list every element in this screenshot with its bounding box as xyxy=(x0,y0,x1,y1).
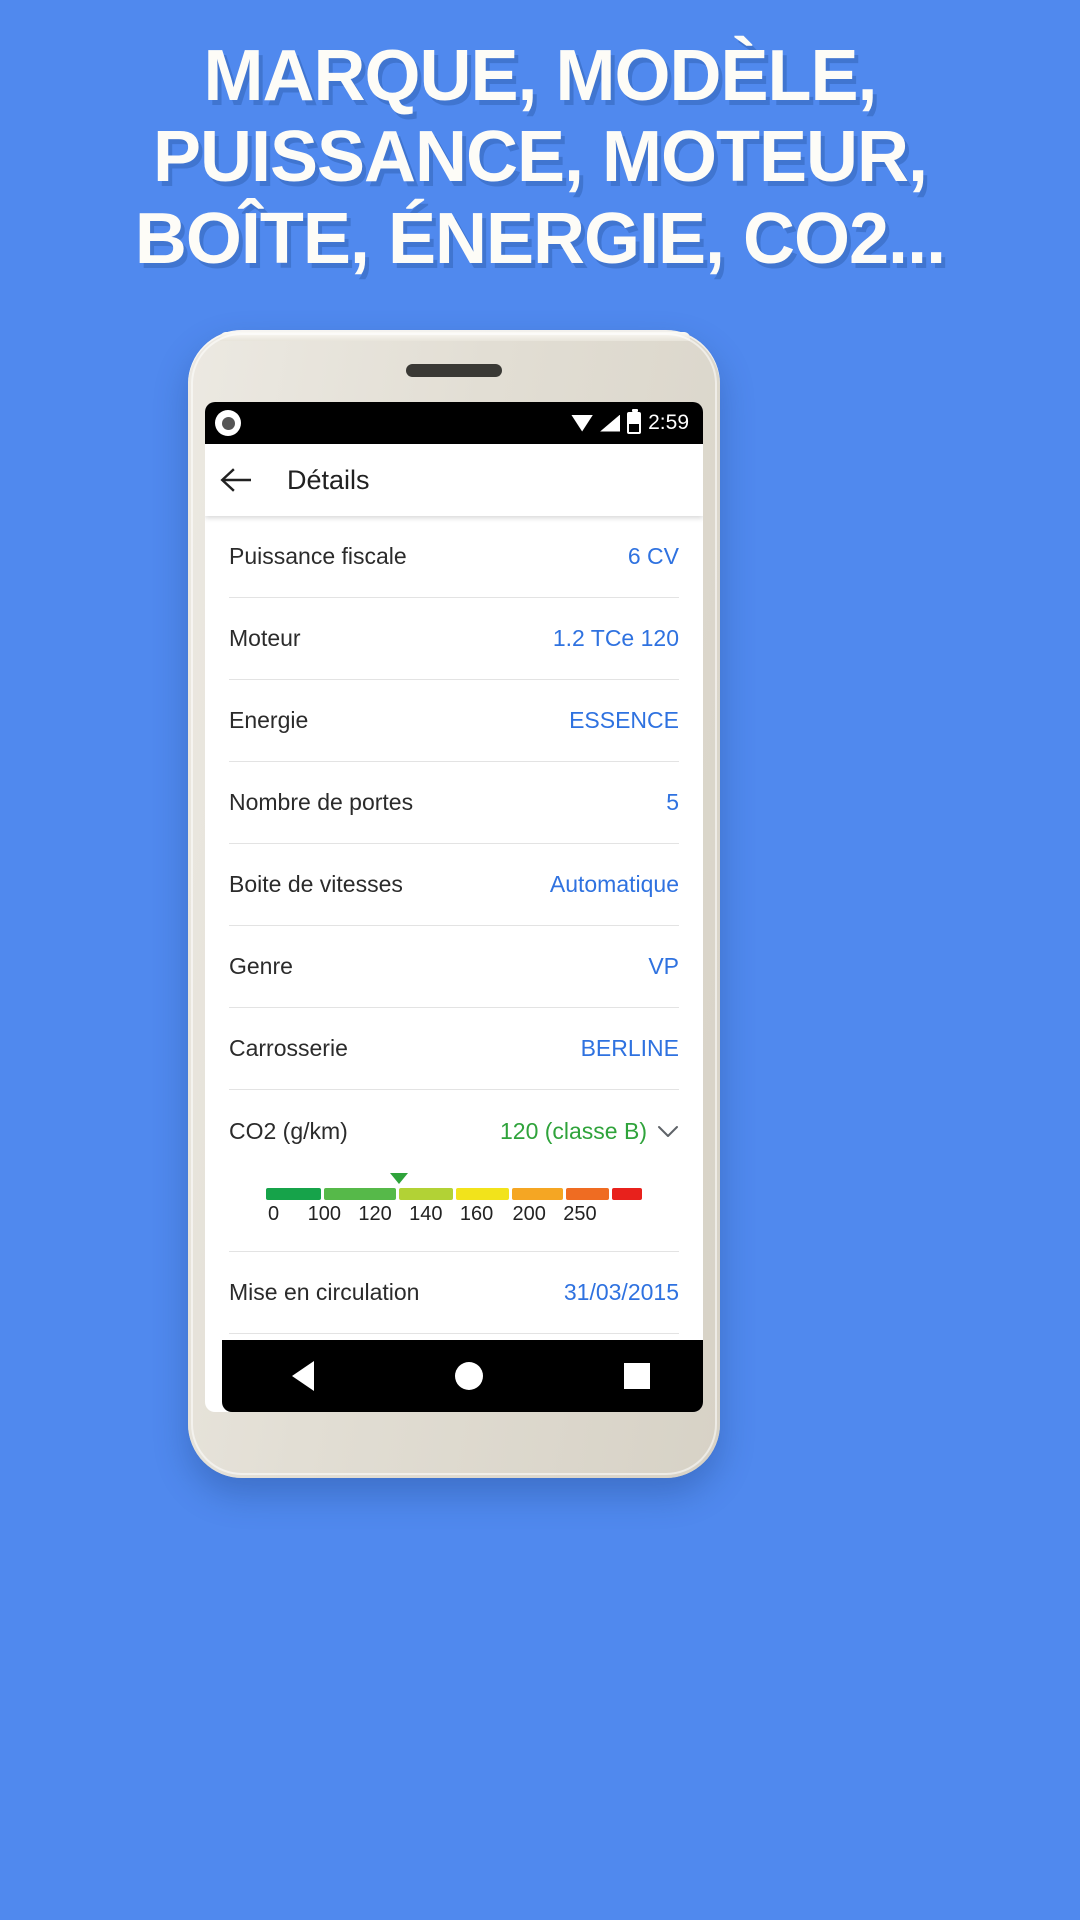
row-label: Genre xyxy=(229,953,293,979)
status-bar: 2:59 xyxy=(205,402,703,444)
phone-chin xyxy=(188,1412,720,1478)
co2-segment xyxy=(565,1188,609,1200)
co2-row[interactable]: CO2 (g/km) 120 (classe B) 0 100 120 140 … xyxy=(229,1090,679,1252)
table-row[interactable]: Energie ESSENCE xyxy=(229,680,679,762)
details-list[interactable]: Puissance fiscale 6 CV Moteur 1.2 TCe 12… xyxy=(205,516,703,1340)
co2-segment xyxy=(266,1188,322,1200)
row-label: Nombre de portes xyxy=(229,789,414,815)
row-value: VP xyxy=(648,953,679,979)
earpiece-speaker xyxy=(406,364,502,377)
table-row[interactable]: Carrosserie BERLINE xyxy=(229,1008,679,1090)
headline-line-2: PUISSANCE, MOTEUR, xyxy=(152,117,928,198)
status-bar-clock: 2:59 xyxy=(648,411,689,434)
row-label: Mise en circulation xyxy=(229,1279,420,1305)
row-value: 1.2 TCe 120 xyxy=(552,625,679,651)
co2-marker-icon xyxy=(390,1173,409,1184)
signal-icon xyxy=(600,414,621,432)
table-row[interactable]: Genre VP xyxy=(229,926,679,1008)
co2-segment xyxy=(399,1188,453,1200)
co2-segment xyxy=(611,1188,642,1200)
promo-headline: MARQUE, MODÈLE, PUISSANCE, MOTEUR, BOÎTE… xyxy=(0,36,1080,280)
co2-gauge: 0 100 120 140 160 200 250 xyxy=(229,1173,679,1251)
row-label: CO2 (g/km) xyxy=(229,1117,348,1144)
nav-recents-icon[interactable] xyxy=(623,1363,650,1389)
row-label: Boite de vitesses xyxy=(229,871,403,897)
page-title: Détails xyxy=(287,464,370,495)
table-row[interactable]: Puissance fiscale 6 CV xyxy=(229,516,679,598)
headline-line-3: BOÎTE, ÉNERGIE, CO2... xyxy=(134,198,946,279)
co2-tick-label: 100 xyxy=(307,1203,341,1225)
nav-back-icon[interactable] xyxy=(292,1361,315,1391)
co2-tick-label: 140 xyxy=(409,1203,443,1225)
row-label: Carrosserie xyxy=(229,1035,348,1061)
app-bar: Détails xyxy=(205,444,703,516)
row-label: Moteur xyxy=(229,625,301,651)
row-value: 5 xyxy=(666,789,679,815)
row-label: Energie xyxy=(229,707,309,733)
chevron-down-icon[interactable] xyxy=(657,1118,679,1145)
row-value: ESSENCE xyxy=(569,707,679,733)
phone-top-edge-highlight xyxy=(220,332,690,341)
wifi-icon xyxy=(571,414,594,432)
co2-segment xyxy=(324,1188,397,1200)
co2-tick-label: 120 xyxy=(358,1203,392,1225)
row-value: 31/03/2015 xyxy=(563,1279,679,1305)
nav-home-icon[interactable] xyxy=(454,1362,483,1390)
co2-segment xyxy=(512,1188,563,1200)
phone-mockup: 2:59 Détails Puissance fiscale 6 CV Mote… xyxy=(188,330,720,1478)
co2-tick-label: 0 xyxy=(267,1203,280,1225)
table-row[interactable]: Mise en circulation 31/03/2015 xyxy=(229,1252,679,1334)
android-nav-bar[interactable] xyxy=(222,1340,703,1412)
row-value: BERLINE xyxy=(580,1035,679,1061)
table-row[interactable]: Nombre de portes 5 xyxy=(229,762,679,844)
co2-gauge-ticks: 0 100 120 140 160 200 250 xyxy=(266,1203,642,1231)
table-row[interactable]: Moteur 1.2 TCe 120 xyxy=(229,598,679,680)
arrow-left-icon[interactable] xyxy=(205,467,269,493)
co2-gauge-bar xyxy=(266,1173,642,1200)
status-bar-icons: 2:59 xyxy=(571,409,689,435)
front-camera-icon xyxy=(215,410,241,436)
row-value: 120 (classe B) xyxy=(499,1117,647,1144)
co2-value-group: 120 (classe B) xyxy=(500,1118,679,1145)
co2-segment xyxy=(455,1188,510,1200)
co2-gauge-segments xyxy=(266,1188,642,1200)
phone-screen: 2:59 Détails Puissance fiscale 6 CV Mote… xyxy=(205,402,703,1412)
row-label: Puissance fiscale xyxy=(229,543,407,569)
row-value: Automatique xyxy=(549,871,679,897)
co2-row-header[interactable]: CO2 (g/km) 120 (classe B) xyxy=(229,1090,679,1172)
row-value: 6 CV xyxy=(627,543,679,569)
co2-tick-label: 160 xyxy=(459,1203,494,1225)
co2-tick-label: 200 xyxy=(512,1203,546,1225)
table-row[interactable]: Boite de vitesses Automatique xyxy=(229,844,679,926)
co2-tick-label: 250 xyxy=(563,1203,597,1225)
headline-line-1: MARQUE, MODÈLE, xyxy=(203,36,877,116)
battery-icon xyxy=(627,409,642,434)
